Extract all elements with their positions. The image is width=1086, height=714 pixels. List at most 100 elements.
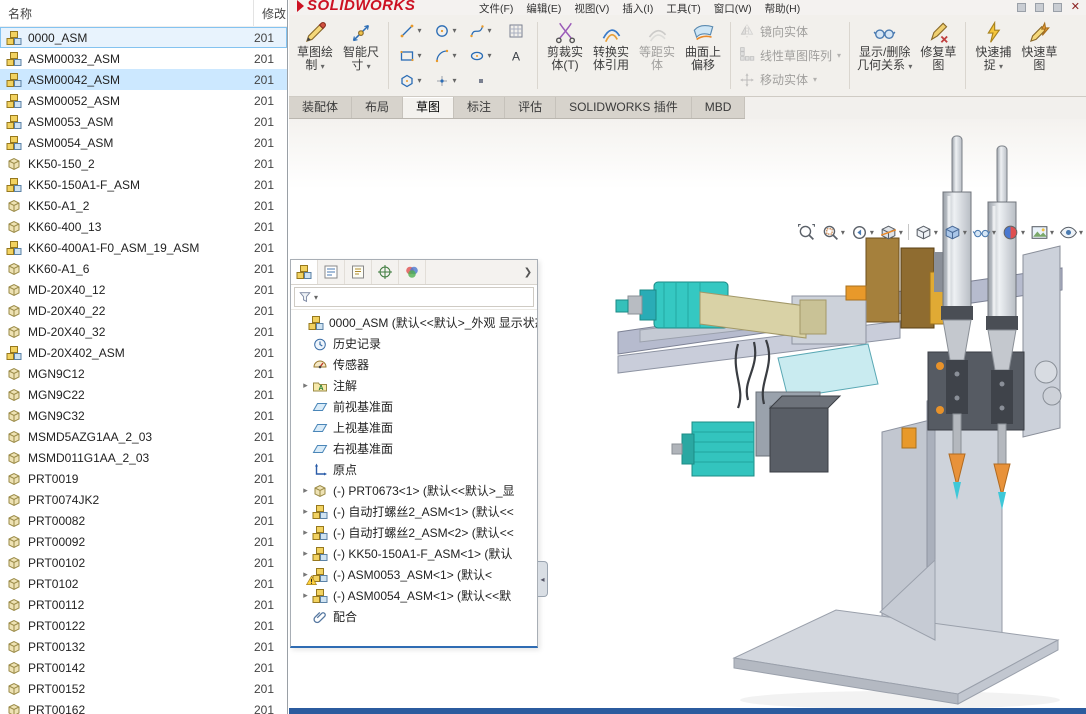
tree-item[interactable]: 前视基准面 [291,396,537,417]
file-row[interactable]: PRT00142201 [0,657,287,678]
expand-arrow-icon[interactable]: ▸ [299,527,312,538]
move-entities-button[interactable]: 移动实体▾ [735,68,845,92]
tab-mbd[interactable]: MBD [692,97,746,118]
dropdown-arrow-icon[interactable]: ▾ [837,51,841,60]
dropdown-arrow-icon[interactable]: ▾ [992,228,996,237]
tree-collapse-handle[interactable]: ◂ [538,561,548,597]
file-row[interactable]: PRT00122201 [0,615,287,636]
dropdown-arrow-icon[interactable]: ▾ [841,228,845,237]
circle-tool-button[interactable]: ▾ [428,18,463,43]
file-row[interactable]: PRT00082201 [0,510,287,531]
repair-sketch-button[interactable]: 修复草图 [915,17,961,94]
dimxpertmanager-tab[interactable] [372,260,399,284]
file-row[interactable]: MGN9C22201 [0,384,287,405]
tree-expand-button[interactable]: ❯ [519,260,537,284]
dropdown-arrow-icon[interactable]: ▾ [417,76,421,85]
smart-dimension-button[interactable]: 智能尺寸 ▾ [338,17,384,94]
tree-item[interactable]: ▸A注解 [291,375,537,396]
file-row[interactable]: KK50-150A1-F_ASM201 [0,174,287,195]
ellipse-tool-button[interactable]: ▾ [463,43,498,68]
dropdown-arrow-icon[interactable]: ▾ [452,26,456,35]
tab-markup[interactable]: 标注 [454,97,505,118]
hide-show-items-button[interactable]: ▾ [972,223,996,242]
file-row[interactable]: MSMD011G1AA_2_03201 [0,447,287,468]
dropdown-arrow-icon[interactable]: ▾ [813,75,817,84]
view-settings-button[interactable]: ▾ [1059,223,1083,242]
text-tool-button[interactable]: A [498,43,533,68]
file-row[interactable]: KK50-A1_2201 [0,195,287,216]
tree-item[interactable]: ▸(-) ASM0053_ASM<1> (默认< [291,564,537,585]
file-row[interactable]: MD-20X402_ASM201 [0,342,287,363]
file-row[interactable]: ASM00052_ASM201 [0,90,287,111]
file-row[interactable]: MD-20X40_32201 [0,321,287,342]
expand-arrow-icon[interactable]: ▸ [299,506,312,517]
file-row[interactable]: 0000_ASM201 [0,27,287,48]
file-row[interactable]: KK50-150_2201 [0,153,287,174]
tab-layout[interactable]: 布局 [352,97,403,118]
quick-snaps-button[interactable]: 快速捕捉 ▾ [970,17,1016,94]
display-delete-relations-button[interactable]: 显示/删除几何关系 ▾ [854,17,915,94]
menu-item[interactable]: 编辑(E) [526,1,561,15]
construction-geometry-tool-button[interactable] [463,68,498,93]
dropdown-arrow-icon[interactable]: ▾ [1050,228,1054,237]
close-icon[interactable]: ✕ [1071,2,1080,12]
tab-assembly[interactable]: 装配体 [289,97,352,118]
line-tool-button[interactable]: ▾ [393,18,428,43]
menu-item[interactable]: 窗口(W) [714,1,752,15]
sketch-button[interactable]: 草图绘制 ▾ [292,17,338,94]
linear-sketch-pattern-button[interactable]: 线性草图阵列▾ [735,43,845,67]
dropdown-arrow-icon[interactable]: ▾ [452,76,456,85]
apply-scene-button[interactable]: ▾ [1030,223,1054,242]
dropdown-arrow-icon[interactable]: ▾ [417,26,421,35]
expand-arrow-icon[interactable]: ▸ [299,380,312,391]
tree-item[interactable]: ▸(-) ASM0054_ASM<1> (默认<<默 [291,585,537,606]
offset-on-surface-button[interactable]: 曲面上偏移 [680,17,726,94]
zoom-to-fit-button[interactable] [797,223,816,242]
file-row[interactable]: KK60-400A1-F0_ASM_19_ASM201 [0,237,287,258]
menubar-icon[interactable] [1053,3,1062,12]
rectangle-tool-button[interactable]: ▾ [393,43,428,68]
expand-arrow-icon[interactable]: ▸ [299,485,312,496]
tree-item[interactable]: ▸(-) 自动打螺丝2_ASM<2> (默认<< [291,522,537,543]
displaymanager-tab[interactable] [399,260,426,284]
file-row[interactable]: PRT00132201 [0,636,287,657]
propertymanager-tab[interactable] [318,260,345,284]
tree-item[interactable]: 上视基准面 [291,417,537,438]
section-view-button[interactable]: ▾ [879,223,903,242]
file-row[interactable]: MD-20X40_12201 [0,279,287,300]
tree-item[interactable]: 历史记录 [291,333,537,354]
file-row[interactable]: ASM00032_ASM201 [0,48,287,69]
grid-hatch-tool-button[interactable] [498,18,533,43]
previous-view-button[interactable]: ▾ [850,223,874,242]
file-row[interactable]: MD-20X40_22201 [0,300,287,321]
dropdown-arrow-icon[interactable]: ▾ [1079,228,1083,237]
file-row[interactable]: MGN9C12201 [0,363,287,384]
file-row[interactable]: PRT0019201 [0,468,287,489]
tree-item[interactable]: ▸(-) PRT0673<1> (默认<<默认>_显 [291,480,537,501]
dropdown-arrow-icon[interactable]: ▾ [487,51,491,60]
file-row[interactable]: MGN9C32201 [0,405,287,426]
display-style-button[interactable]: ▾ [943,223,967,242]
file-row[interactable]: PRT0102201 [0,573,287,594]
menubar-icon[interactable] [1035,3,1044,12]
menu-item[interactable]: 插入(I) [622,1,653,15]
rapid-sketch-button[interactable]: 快速草图 [1016,17,1062,94]
dropdown-arrow-icon[interactable]: ▾ [314,293,318,302]
dropdown-arrow-icon[interactable]: ▾ [417,51,421,60]
menu-item[interactable]: 视图(V) [574,1,609,15]
dropdown-arrow-icon[interactable]: ▾ [452,51,456,60]
file-row[interactable]: PRT00112201 [0,594,287,615]
zoom-area-button[interactable]: ▾ [821,223,845,242]
file-row[interactable]: KK60-A1_6201 [0,258,287,279]
model-slide-blocks[interactable] [866,238,952,328]
offset-entities-button[interactable]: 等距实体 [634,17,680,94]
tree-item[interactable]: ▸(-) KK50-150A1-F_ASM<1> (默认 [291,543,537,564]
file-row[interactable]: PRT00102201 [0,552,287,573]
menubar-icon[interactable] [1017,3,1026,12]
dropdown-arrow-icon[interactable]: ▾ [870,228,874,237]
menu-item[interactable]: 帮助(H) [765,1,801,15]
graphics-viewport[interactable]: ▾▾▾▾▾▾▾▾▾ ❯ ▾ 0000_ASM (默认<<默认>_外观 显示状态历… [289,119,1086,708]
polygon-tool-button[interactable]: ▾ [393,68,428,93]
tree-item[interactable]: 0000_ASM (默认<<默认>_外观 显示状态 [291,312,537,333]
expand-arrow-icon[interactable]: ▸ [299,548,312,559]
